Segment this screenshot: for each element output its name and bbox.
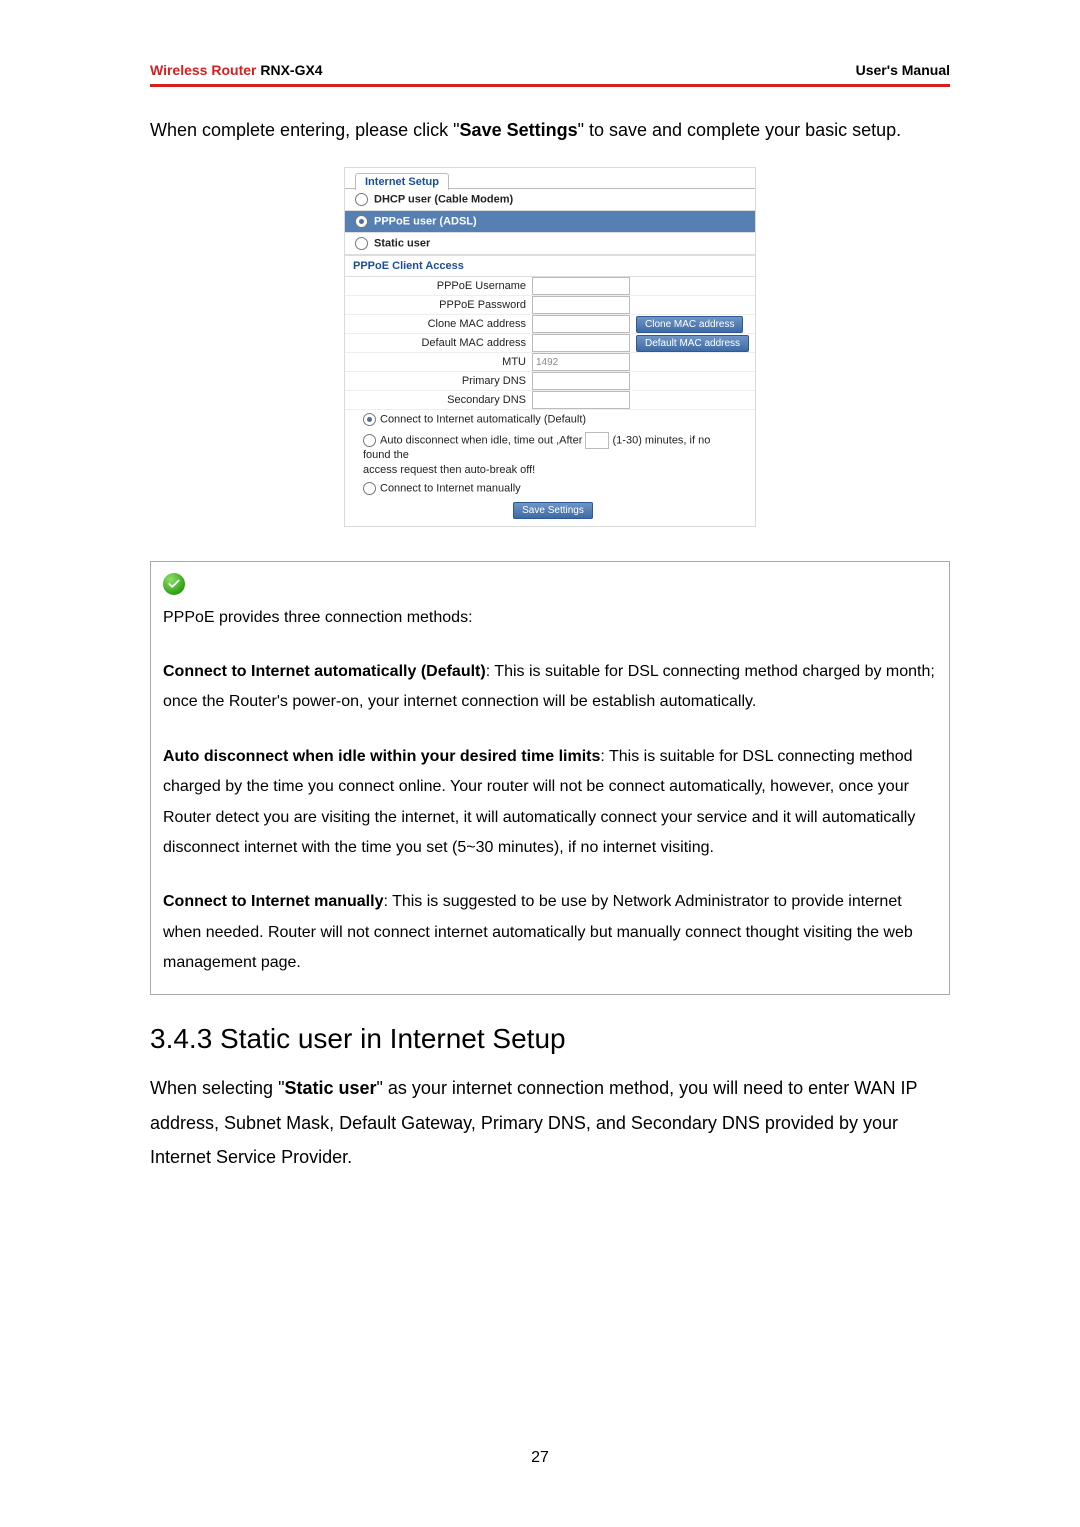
save-settings-button[interactable]: Save Settings <box>513 502 593 519</box>
radio-connect-manual[interactable]: Connect to Internet manually <box>345 479 755 498</box>
note-method-1: Connect to Internet automatically (Defau… <box>163 657 937 718</box>
label-primary-dns: Primary DNS <box>345 372 532 390</box>
radio-icon <box>355 215 368 228</box>
radio-auto-disconnect[interactable]: Auto disconnect when idle, time out ,Aft… <box>345 429 755 464</box>
radio-icon <box>363 413 376 426</box>
note-method-2: Auto disconnect when idle within your de… <box>163 742 937 864</box>
header-rule <box>150 84 950 87</box>
internet-setup-screenshot: Internet Setup DHCP user (Cable Modem) P… <box>344 167 756 527</box>
label-clone-mac: Clone MAC address <box>345 315 532 333</box>
section-heading-static-user: 3.4.3 Static user in Internet Setup <box>150 1023 950 1055</box>
mtu-input[interactable] <box>532 353 630 371</box>
option-dhcp[interactable]: DHCP user (Cable Modem) <box>345 189 755 211</box>
pppoe-section-header: PPPoE Client Access <box>345 255 755 277</box>
radio-icon <box>355 237 368 250</box>
secondary-dns-input[interactable] <box>532 391 630 409</box>
page-number: 27 <box>0 1449 1080 1467</box>
default-mac-input[interactable] <box>532 334 630 352</box>
clone-mac-input[interactable] <box>532 315 630 333</box>
option-pppoe[interactable]: PPPoE user (ADSL) <box>345 211 755 233</box>
model-name: RNX-GX4 <box>256 62 322 78</box>
tab-internet-setup[interactable]: Internet Setup <box>355 173 449 190</box>
label-default-mac: Default MAC address <box>345 334 532 352</box>
default-mac-button[interactable]: Default MAC address <box>636 335 749 352</box>
option-static[interactable]: Static user <box>345 233 755 255</box>
note-lead: PPPoE provides three connection methods: <box>163 603 937 633</box>
manual-title: User's Manual <box>856 62 950 78</box>
pppoe-username-input[interactable] <box>532 277 630 295</box>
note-method-3: Connect to Internet manually: This is su… <box>163 887 937 978</box>
label-pppoe-password: PPPoE Password <box>345 296 532 314</box>
page-header: Wireless Router RNX-GX4 User's Manual <box>150 62 950 84</box>
radio-icon <box>363 434 376 447</box>
label-secondary-dns: Secondary DNS <box>345 391 532 409</box>
static-user-paragraph: When selecting "Static user" as your int… <box>150 1071 950 1174</box>
check-icon <box>163 573 185 595</box>
radio-connect-auto[interactable]: Connect to Internet automatically (Defau… <box>345 410 755 429</box>
pppoe-password-input[interactable] <box>532 296 630 314</box>
info-note-box: PPPoE provides three connection methods:… <box>150 561 950 995</box>
radio-icon <box>355 193 368 206</box>
radio-icon <box>363 482 376 495</box>
intro-paragraph: When complete entering, please click "Sa… <box>150 113 950 147</box>
clone-mac-button[interactable]: Clone MAC address <box>636 316 743 333</box>
primary-dns-input[interactable] <box>532 372 630 390</box>
label-mtu: MTU <box>345 353 532 371</box>
idle-timeout-input[interactable] <box>585 432 609 449</box>
brand-name: Wireless Router <box>150 62 256 78</box>
label-pppoe-username: PPPoE Username <box>345 277 532 295</box>
